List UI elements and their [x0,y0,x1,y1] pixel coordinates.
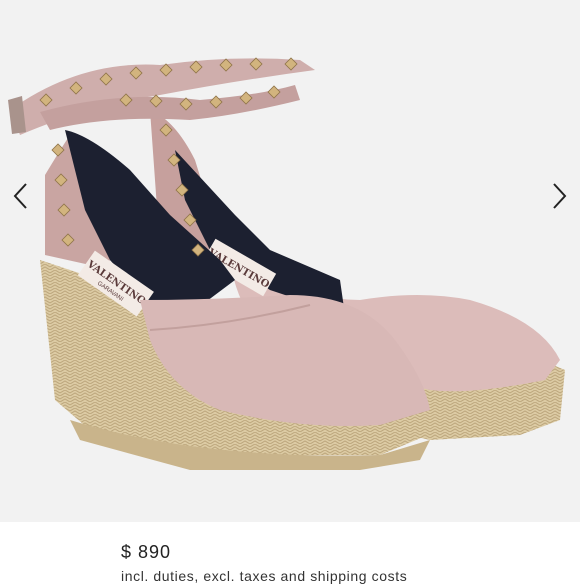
price-note: incl. duties, excl. taxes and shipping c… [121,568,408,584]
next-image-button[interactable] [542,176,578,216]
product-image[interactable]: VALENTINO VALENTINO GARAVANI [0,0,580,522]
product-image-gallery: VALENTINO VALENTINO GARAVANI [0,0,580,522]
chevron-right-icon [553,183,567,209]
chevron-left-icon [13,183,27,209]
product-price: $ 890 [121,542,172,562]
product-info: $ 890 incl. duties, excl. taxes and ship… [0,522,580,584]
previous-image-button[interactable] [2,176,38,216]
